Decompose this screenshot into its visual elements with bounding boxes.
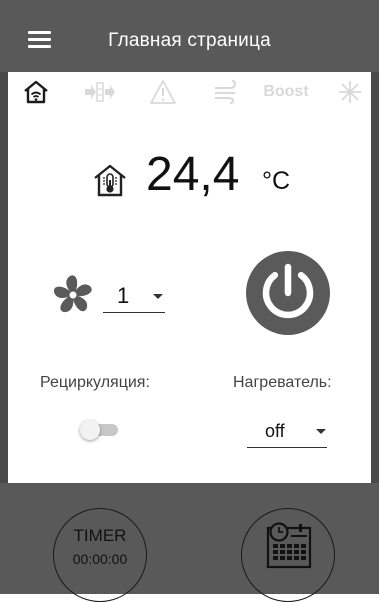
temperature-value: 24,4	[146, 148, 240, 201]
timer-button[interactable]: TIMER 00:00:00	[53, 508, 147, 602]
chevron-down-icon	[153, 294, 163, 299]
toggle-thumb	[80, 420, 100, 440]
home-thermometer-icon	[92, 163, 128, 202]
fan-speed-value: 1	[117, 283, 130, 308]
home-wifi-icon	[22, 78, 50, 106]
temperature-unit: °C	[262, 167, 291, 195]
calendar-clock-icon	[266, 522, 312, 569]
fan-icon	[50, 272, 96, 323]
heater-label: Нагреватель:	[233, 374, 332, 391]
temperature-display: 24,4 °C	[0, 145, 379, 215]
heater-select[interactable]: off	[247, 417, 327, 448]
wind-icon	[211, 78, 241, 106]
schedule-button[interactable]	[241, 508, 335, 602]
app-bar: Главная страница	[0, 0, 379, 72]
recirculation-toggle[interactable]	[80, 419, 120, 441]
filter-icon	[82, 78, 118, 106]
power-button[interactable]	[245, 250, 331, 336]
snowflake-icon	[336, 78, 364, 106]
timer-label: TIMER	[73, 526, 127, 545]
boost-indicator: Boost	[263, 83, 309, 100]
chevron-down-icon	[316, 429, 326, 434]
heater-value: off	[265, 421, 285, 441]
warning-icon	[148, 78, 178, 106]
timer-time: 00:00:00	[72, 551, 128, 567]
page-title: Главная страница	[108, 30, 271, 51]
fan-speed-select[interactable]: 1	[103, 280, 165, 313]
power-icon	[246, 251, 330, 335]
recirculation-label: Рециркуляция:	[40, 374, 150, 391]
status-bar: Boost	[8, 72, 371, 112]
